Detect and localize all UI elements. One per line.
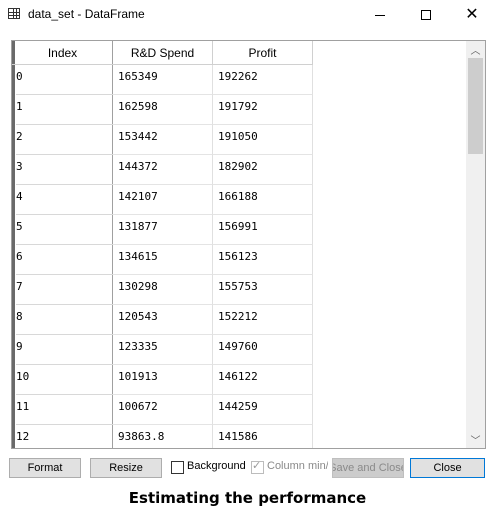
- dataframe-table[interactable]: Index R&D Spend Profit 0 165349 192262 1 162…: [11, 40, 486, 449]
- vertical-scrollbar[interactable]: ︿ ﹀: [466, 41, 485, 448]
- rd-spend-cell[interactable]: 134615: [113, 245, 213, 275]
- scrollbar-thumb[interactable]: [468, 58, 483, 154]
- column-header-rd-spend[interactable]: R&D Spend: [113, 41, 213, 65]
- resize-button[interactable]: Resize: [90, 458, 162, 478]
- rd-spend-cell[interactable]: 144372: [113, 155, 213, 185]
- page-caption: Estimating the performance: [128, 489, 367, 507]
- chevron-up-icon: ︿: [470, 46, 481, 57]
- table-row: 12 93863.8 141586: [12, 425, 313, 448]
- index-cell[interactable]: 12: [16, 425, 113, 448]
- index-cell[interactable]: 0: [16, 65, 113, 95]
- column-header-index[interactable]: Index: [12, 41, 113, 65]
- profit-cell[interactable]: 141586: [213, 425, 313, 448]
- table-icon: [8, 8, 20, 19]
- index-cell[interactable]: 4: [16, 185, 113, 215]
- index-cell[interactable]: 11: [16, 395, 113, 425]
- table-row: 4 142107 166188: [12, 185, 313, 215]
- background-checkbox[interactable]: [171, 461, 184, 474]
- index-cell[interactable]: 6: [16, 245, 113, 275]
- index-cell[interactable]: 5: [16, 215, 113, 245]
- table-row: 3 144372 182902: [12, 155, 313, 185]
- table-header: Index R&D Spend Profit: [12, 41, 313, 65]
- window-title: data_set - DataFrame: [28, 7, 145, 21]
- table-row: 10 101913 146122: [12, 365, 313, 395]
- profit-cell[interactable]: 182902: [213, 155, 313, 185]
- window-close-button[interactable]: ✕: [449, 0, 495, 30]
- profit-cell[interactable]: 192262: [213, 65, 313, 95]
- index-cell[interactable]: 7: [16, 275, 113, 305]
- table-row: 2 153442 191050: [12, 125, 313, 155]
- table-row: 9 123335 149760: [12, 335, 313, 365]
- profit-cell[interactable]: 156123: [213, 245, 313, 275]
- close-button[interactable]: Close: [410, 458, 485, 478]
- title-bar: data_set - DataFrame ✕: [0, 0, 495, 30]
- rd-spend-cell[interactable]: 131877: [113, 215, 213, 245]
- background-label: Background: [187, 460, 246, 472]
- profit-cell[interactable]: 146122: [213, 365, 313, 395]
- minimize-icon: [375, 14, 385, 16]
- profit-cell[interactable]: 191050: [213, 125, 313, 155]
- table-row: 6 134615 156123: [12, 245, 313, 275]
- index-cell[interactable]: 9: [16, 335, 113, 365]
- checkmark-icon: ✓: [252, 460, 262, 472]
- table-row: 5 131877 156991: [12, 215, 313, 245]
- close-icon: ✕: [465, 6, 479, 23]
- profit-cell[interactable]: 144259: [213, 395, 313, 425]
- profit-cell[interactable]: 156991: [213, 215, 313, 245]
- rd-spend-cell[interactable]: 142107: [113, 185, 213, 215]
- maximize-button[interactable]: [403, 0, 449, 30]
- bottom-toolbar: Format Resize Background ✓ Column min/ma…: [0, 455, 495, 481]
- rd-spend-cell[interactable]: 101913: [113, 365, 213, 395]
- table-row: 0 165349 192262: [12, 65, 313, 95]
- rd-spend-cell[interactable]: 120543: [113, 305, 213, 335]
- rd-spend-cell[interactable]: 153442: [113, 125, 213, 155]
- scroll-down-button[interactable]: ﹀: [466, 431, 485, 448]
- index-cell[interactable]: 8: [16, 305, 113, 335]
- column-min-max-label: Column min/max: [267, 460, 328, 472]
- profit-cell[interactable]: 149760: [213, 335, 313, 365]
- profit-cell[interactable]: 155753: [213, 275, 313, 305]
- scroll-up-button[interactable]: ︿: [466, 41, 485, 58]
- table-row: 7 130298 155753: [12, 275, 313, 305]
- minimize-button[interactable]: [357, 0, 403, 30]
- profit-cell[interactable]: 166188: [213, 185, 313, 215]
- table-row: 8 120543 152212: [12, 305, 313, 335]
- index-cell[interactable]: 2: [16, 125, 113, 155]
- index-cell[interactable]: 1: [16, 95, 113, 125]
- table-row: 11 100672 144259: [12, 395, 313, 425]
- format-button[interactable]: Format: [9, 458, 81, 478]
- save-and-close-button: Save and Close: [332, 458, 404, 478]
- rd-spend-cell[interactable]: 123335: [113, 335, 213, 365]
- maximize-icon: [421, 10, 431, 20]
- rd-spend-cell[interactable]: 130298: [113, 275, 213, 305]
- index-cell[interactable]: 3: [16, 155, 113, 185]
- index-cell[interactable]: 10: [16, 365, 113, 395]
- chevron-down-icon: ﹀: [470, 436, 481, 447]
- profit-cell[interactable]: 152212: [213, 305, 313, 335]
- rd-spend-cell[interactable]: 162598: [113, 95, 213, 125]
- column-min-max-checkbox: ✓: [251, 460, 264, 474]
- table-row: 1 162598 191792: [12, 95, 313, 125]
- rd-spend-cell[interactable]: 165349: [113, 65, 213, 95]
- profit-cell[interactable]: 191792: [213, 95, 313, 125]
- rd-spend-cell[interactable]: 100672: [113, 395, 213, 425]
- column-header-profit[interactable]: Profit: [213, 41, 313, 65]
- rd-spend-cell[interactable]: 93863.8: [113, 425, 213, 448]
